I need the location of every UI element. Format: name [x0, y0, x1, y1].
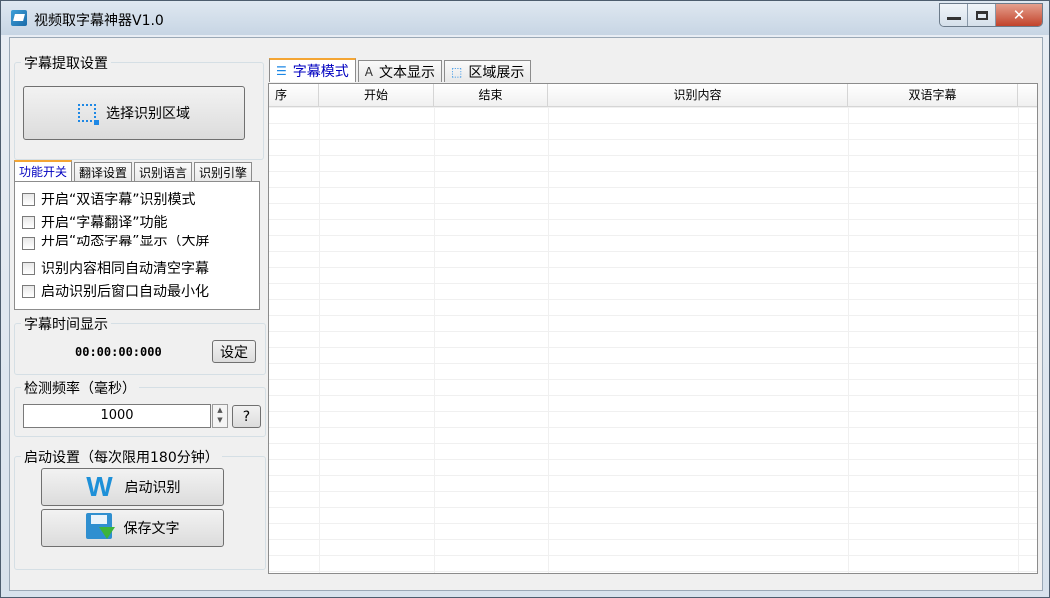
option-label: 识别内容相同自动清空字幕 [41, 261, 209, 277]
subtitle-table[interactable]: 序 开始 结束 识别内容 双语字幕 [268, 83, 1038, 574]
option-bilingual[interactable]: 开启“双语字幕”识别模式 [22, 189, 196, 209]
tab-label: 文本显示 [378, 64, 435, 81]
option-auto-clear[interactable]: 识别内容相同自动清空字幕 [22, 258, 209, 278]
save-text-label: 保存文字 [123, 521, 180, 537]
tab-subtitle-mode[interactable]: ☰ 字幕模式 [269, 58, 356, 82]
select-area-label: 选择识别区域 [106, 106, 190, 122]
table-body[interactable] [269, 107, 1037, 573]
w-logo-icon: W [86, 471, 113, 502]
checkbox[interactable] [22, 237, 35, 250]
frequency-title: 检测频率（毫秒） [21, 378, 139, 398]
title-bar[interactable]: 视频取字幕神器V1.0 ✕ [1, 1, 1049, 35]
column-header-bilingual[interactable]: 双语字幕 [848, 84, 1018, 106]
feature-switch-panel: 开启“双语字幕”识别模式 开启“字幕翻译”功能 开启“动态字幕”显示（大屏 识别… [14, 181, 260, 310]
left-tabs: 功能开关 翻译设置 识别语言 识别引擎 [14, 160, 254, 182]
frequency-stepper[interactable]: ▲ ▼ [212, 404, 228, 428]
column-header-index[interactable]: 序 [269, 84, 319, 106]
spin-down-icon[interactable]: ▼ [213, 415, 227, 425]
option-label: 启动识别后窗口自动最小化 [41, 284, 209, 300]
table-header: 序 开始 结束 识别内容 双语字幕 [269, 84, 1037, 107]
save-text-button[interactable]: 保存文字 [41, 509, 224, 547]
column-header-end[interactable]: 结束 [434, 84, 548, 106]
tab-label: 字幕模式 [292, 64, 349, 80]
tab-recognition-language[interactable]: 识别语言 [134, 162, 193, 182]
time-display-title: 字幕时间显示 [21, 314, 111, 334]
window-controls: ✕ [939, 3, 1043, 27]
maximize-icon [975, 10, 988, 20]
select-region-icon [78, 104, 99, 125]
checkbox[interactable] [22, 215, 35, 229]
option-dynamic-subtitle[interactable]: 开启“动态字幕”显示（大屏 [22, 235, 210, 251]
minimize-button[interactable] [940, 4, 968, 26]
spin-up-icon[interactable]: ▲ [213, 405, 227, 415]
window-title: 视频取字幕神器V1.0 [34, 13, 164, 29]
checkbox[interactable] [22, 284, 35, 298]
extract-settings-title: 字幕提取设置 [21, 53, 111, 73]
start-settings-title: 启动设置（每次限用180分钟） [21, 447, 222, 467]
close-icon: ✕ [1012, 6, 1026, 24]
list-icon: ☰ [276, 64, 287, 78]
client-area: 字幕提取设置 选择识别区域 功能开关 翻译设置 识别语言 识别引擎 开启“双语字… [9, 37, 1043, 591]
text-icon: A [364, 64, 373, 79]
right-tabs: ☰ 字幕模式 A 文本显示 ⬚ 区域展示 [269, 58, 533, 82]
frequency-input[interactable]: 1000 [23, 404, 211, 428]
checkbox[interactable] [22, 261, 35, 275]
start-recognition-label: 启动识别 [124, 480, 181, 496]
option-label: 开启“动态字幕”显示（大屏 [41, 235, 210, 249]
column-header-start[interactable]: 开始 [319, 84, 434, 106]
tab-recognition-engine[interactable]: 识别引擎 [194, 162, 253, 182]
help-button[interactable]: ? [232, 405, 261, 428]
tab-label: 区域展示 [468, 64, 525, 81]
option-label: 开启“字幕翻译”功能 [41, 215, 168, 231]
start-recognition-button[interactable]: W 启动识别 [41, 468, 224, 506]
option-translation[interactable]: 开启“字幕翻译”功能 [22, 212, 168, 232]
select-area-button[interactable]: 选择识别区域 [23, 86, 245, 140]
app-icon [11, 10, 27, 26]
maximize-button[interactable] [968, 4, 996, 26]
column-header-content[interactable]: 识别内容 [548, 84, 848, 106]
option-label: 开启“双语字幕”识别模式 [41, 192, 196, 208]
tab-feature-switch[interactable]: 功能开关 [14, 160, 73, 182]
checkbox[interactable] [22, 192, 35, 206]
region-icon: ⬚ [450, 64, 463, 79]
app-window: 视频取字幕神器V1.0 ✕ 字幕提取设置 选择识别区域 功能开关 翻译设置 识别… [0, 0, 1050, 598]
option-auto-minimize[interactable]: 启动识别后窗口自动最小化 [22, 281, 209, 301]
set-time-button[interactable]: 设定 [212, 340, 256, 363]
minimize-icon [946, 16, 961, 20]
close-button[interactable]: ✕ [996, 4, 1042, 26]
time-value: 00:00:00:000 [75, 345, 162, 359]
tab-region-display[interactable]: ⬚ 区域展示 [443, 60, 532, 82]
tab-translation-settings[interactable]: 翻译设置 [74, 162, 133, 182]
save-icon [85, 513, 115, 543]
tab-text-display[interactable]: A 文本显示 [357, 60, 442, 82]
